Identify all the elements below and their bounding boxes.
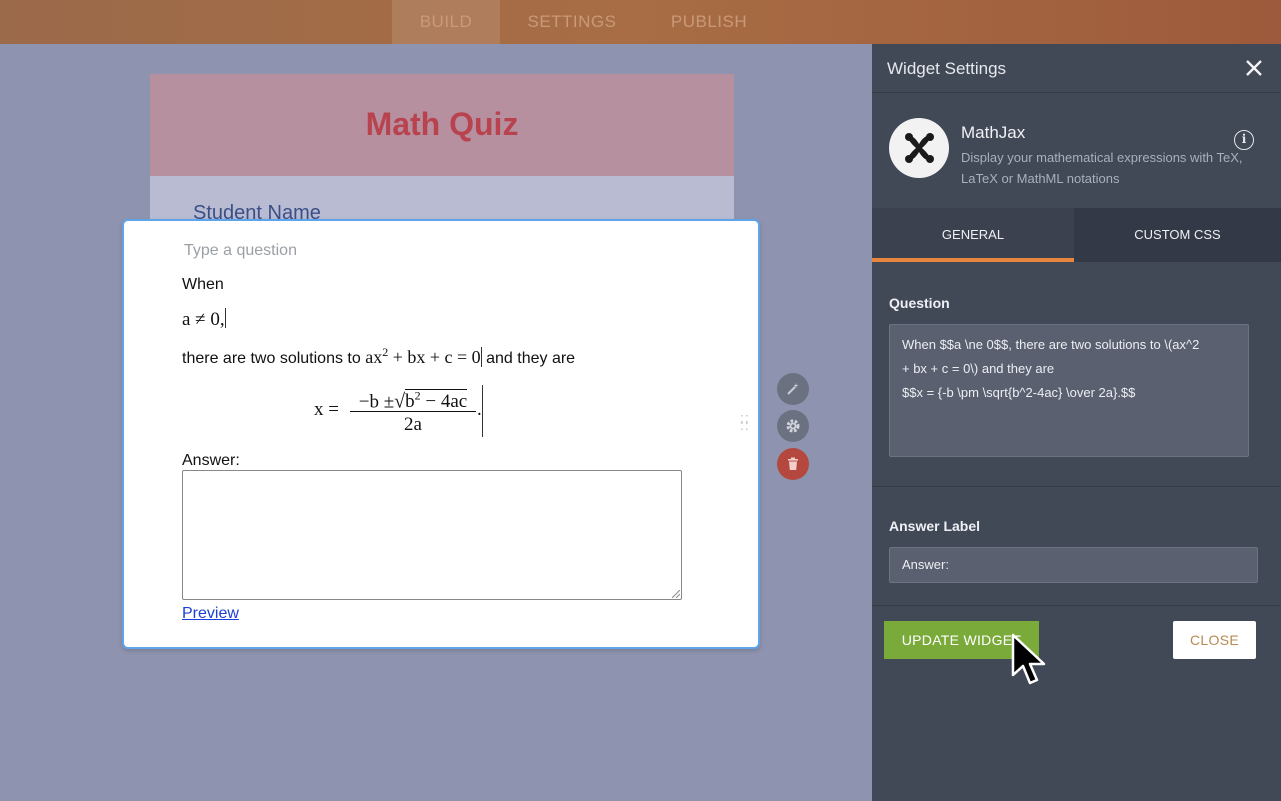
cursor-icon: [1011, 633, 1046, 685]
info-icon[interactable]: i: [1234, 130, 1254, 150]
tab-custom-css[interactable]: CUSTOM CSS: [1074, 208, 1281, 262]
question-text-when: When: [182, 276, 224, 293]
tab-publish[interactable]: PUBLISH: [658, 0, 760, 44]
top-nav-bar: BUILD SETTINGS PUBLISH: [0, 0, 1281, 44]
answer-textarea[interactable]: [182, 470, 682, 600]
divider: [872, 605, 1281, 606]
close-button[interactable]: CLOSE: [1173, 621, 1256, 659]
widget-settings-panel: Widget Settings MathJax Display your mat…: [872, 44, 1281, 801]
question-field-label: Question: [889, 295, 950, 311]
sqrt-rest: − 4ac: [420, 391, 468, 413]
question-value-line2: + bx + c = 0\) and they are: [902, 361, 1055, 376]
divider: [872, 486, 1281, 487]
drag-handle-icon[interactable]: ⁚⁚ ⁚⁚: [740, 414, 750, 432]
formula-denominator: 2a: [404, 414, 422, 435]
quadratic-expression: ax2 + bx + c = 0: [365, 345, 481, 367]
settings-tabs: GENERAL CUSTOM CSS: [872, 208, 1281, 262]
sqrt-b: b: [405, 391, 415, 413]
form-title[interactable]: Math Quiz: [150, 106, 734, 143]
question-placeholder[interactable]: Type a question: [184, 242, 297, 260]
tab-build[interactable]: BUILD: [392, 0, 500, 44]
preview-link[interactable]: Preview: [182, 605, 239, 623]
quadratic-ax: ax: [365, 347, 383, 367]
question-value-line3: $$x = {-b \pm \sqrt{b^2-4ac} \over 2a}.$…: [902, 385, 1136, 400]
settings-button[interactable]: [777, 410, 809, 442]
answer-label-input[interactable]: Answer:: [889, 547, 1258, 583]
math-inequality: a ≠ 0,: [182, 308, 226, 331]
sqrt-radicand: b2 − 4ac: [405, 389, 468, 413]
answer-label-field-label: Answer Label: [889, 518, 981, 534]
answer-label: Answer:: [182, 452, 240, 469]
formula-numerator: −b ±√b2 − 4ac: [350, 381, 476, 413]
math-inequality-text: a ≠ 0,: [182, 309, 225, 330]
panel-header: Widget Settings: [872, 44, 1281, 93]
tab-settings[interactable]: SETTINGS: [514, 0, 630, 44]
close-icon[interactable]: [1242, 56, 1266, 80]
tab-general[interactable]: GENERAL: [872, 208, 1074, 262]
form-header: Math Quiz: [150, 74, 734, 176]
question-text-line2: there are two solutions to ax2 + bx + c …: [182, 345, 575, 368]
question-widget-card[interactable]: Type a question When a ≠ 0, there are tw…: [122, 219, 760, 649]
widget-name: MathJax: [961, 123, 1026, 142]
widget-description: Display your mathematical expressions wi…: [961, 150, 1243, 186]
formula-lhs: x =: [314, 399, 339, 420]
resize-handle-icon[interactable]: [672, 590, 680, 598]
widget-info: MathJax Display your mathematical expres…: [872, 94, 1281, 208]
line2-suffix: and they are: [486, 350, 576, 367]
gear-icon: [786, 419, 800, 433]
delete-button[interactable]: [777, 448, 809, 480]
magic-wand-button[interactable]: [777, 373, 809, 405]
question-textarea[interactable]: When $$a \ne 0$$, there are two solution…: [889, 324, 1249, 457]
quadratic-rest: + bx + c = 0: [388, 347, 481, 367]
form-card: Math Quiz Student Name: [150, 74, 734, 224]
sqrt-sign: √: [394, 390, 406, 413]
formula-fraction: −b ±√b2 − 4ac 2a: [350, 381, 476, 438]
trash-icon: [788, 457, 798, 470]
magic-wand-icon: [787, 383, 799, 395]
mathjax-logo-icon: [889, 118, 949, 178]
question-value-line1: When $$a \ne 0$$, there are two solution…: [902, 337, 1200, 352]
line2-prefix: there are two solutions to: [182, 350, 361, 367]
panel-title: Widget Settings: [887, 59, 1007, 78]
formula-num-pre: −b ±: [358, 391, 395, 413]
